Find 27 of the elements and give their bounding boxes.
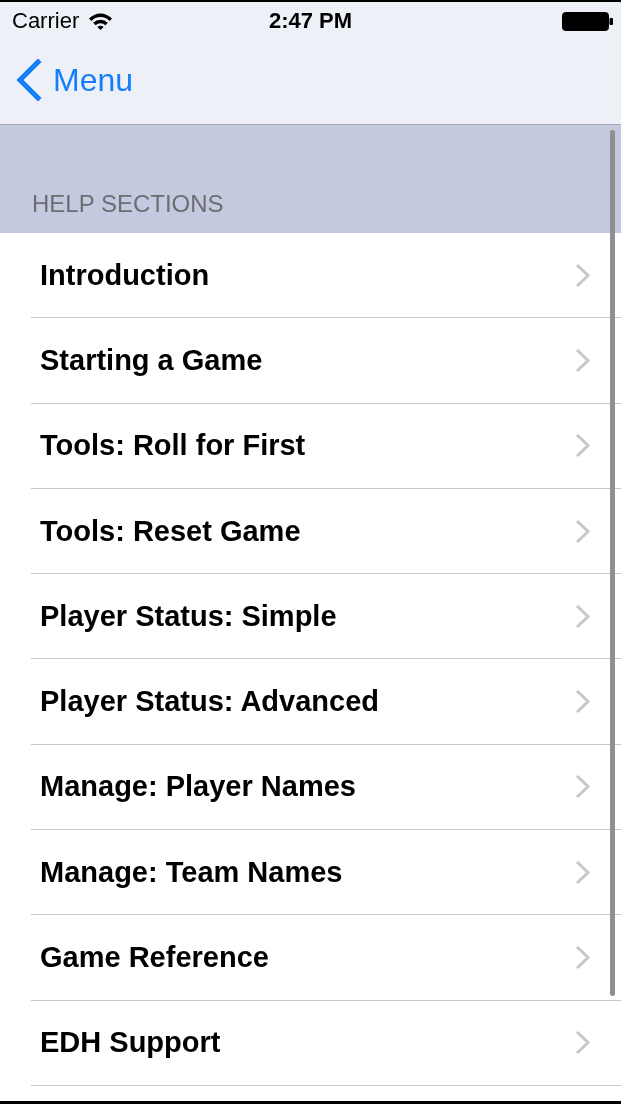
battery-icon — [562, 11, 613, 31]
row-title: Starting a Game — [40, 345, 263, 375]
help-section-row[interactable]: EDH Support — [31, 1000, 621, 1086]
carrier-label: Carrier — [12, 10, 80, 32]
row-title: Game Reference — [40, 943, 269, 972]
row-title: EDH Support — [40, 1028, 221, 1058]
row-title: Player Status: Simple — [40, 601, 337, 631]
chevron-right-icon — [575, 262, 590, 288]
wifi-icon — [88, 12, 114, 30]
chevron-right-icon — [575, 945, 590, 970]
chevron-right-icon — [575, 603, 590, 629]
row-title: Manage: Team Names — [40, 857, 343, 887]
row-title: Introduction — [40, 260, 210, 290]
section-header-title: HELP SECTIONS — [32, 192, 224, 216]
chevron-right-icon — [575, 774, 590, 800]
row-title: Tools: Roll for First — [40, 431, 306, 461]
chevron-right-icon — [575, 433, 590, 459]
status-time: 2:47 PM — [268, 10, 353, 32]
chevron-right-icon — [575, 347, 590, 373]
chevron-right-icon — [575, 518, 590, 544]
chevron-right-icon — [575, 1030, 590, 1056]
row-title: Tools: Reset Game — [40, 516, 301, 546]
row-title: Manage: Player Names — [40, 772, 356, 802]
chevron-right-icon — [575, 689, 590, 715]
back-chevron-icon — [15, 59, 42, 101]
row-title: Player Status: Advanced — [40, 687, 379, 717]
chevron-right-icon — [575, 859, 590, 885]
